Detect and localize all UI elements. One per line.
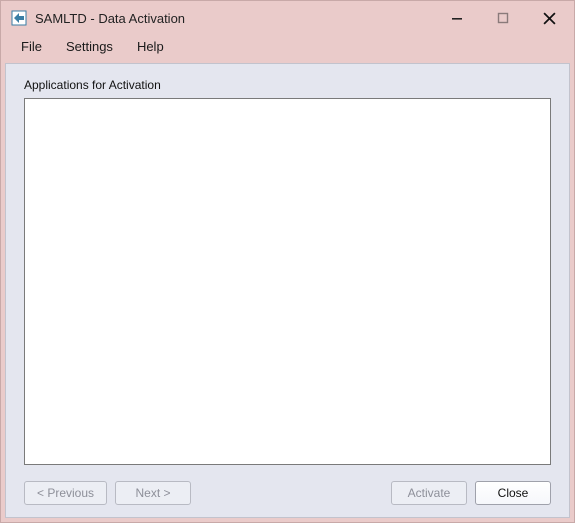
close-window-button[interactable] (526, 1, 572, 35)
menu-file[interactable]: File (9, 36, 54, 57)
activate-button[interactable]: Activate (391, 481, 467, 505)
app-icon (11, 10, 27, 26)
applications-label: Applications for Activation (24, 78, 551, 92)
minimize-button[interactable] (434, 1, 480, 35)
minimize-icon (451, 12, 463, 24)
window-controls (434, 1, 572, 35)
next-button[interactable]: Next > (115, 481, 191, 505)
window-frame: SAMLTD - Data Activation File (0, 0, 575, 523)
close-button[interactable]: Close (475, 481, 551, 505)
title-bar[interactable]: SAMLTD - Data Activation (1, 1, 574, 35)
menu-settings[interactable]: Settings (54, 36, 125, 57)
window-title: SAMLTD - Data Activation (35, 11, 185, 26)
client-area: Applications for Activation < Previous N… (5, 63, 570, 518)
maximize-icon (497, 12, 509, 24)
close-icon (543, 12, 556, 25)
previous-button[interactable]: < Previous (24, 481, 107, 505)
applications-listbox[interactable] (24, 98, 551, 465)
button-row: < Previous Next > Activate Close (24, 481, 551, 505)
menu-help[interactable]: Help (125, 36, 176, 57)
maximize-button[interactable] (480, 1, 526, 35)
menu-bar: File Settings Help (1, 35, 574, 59)
